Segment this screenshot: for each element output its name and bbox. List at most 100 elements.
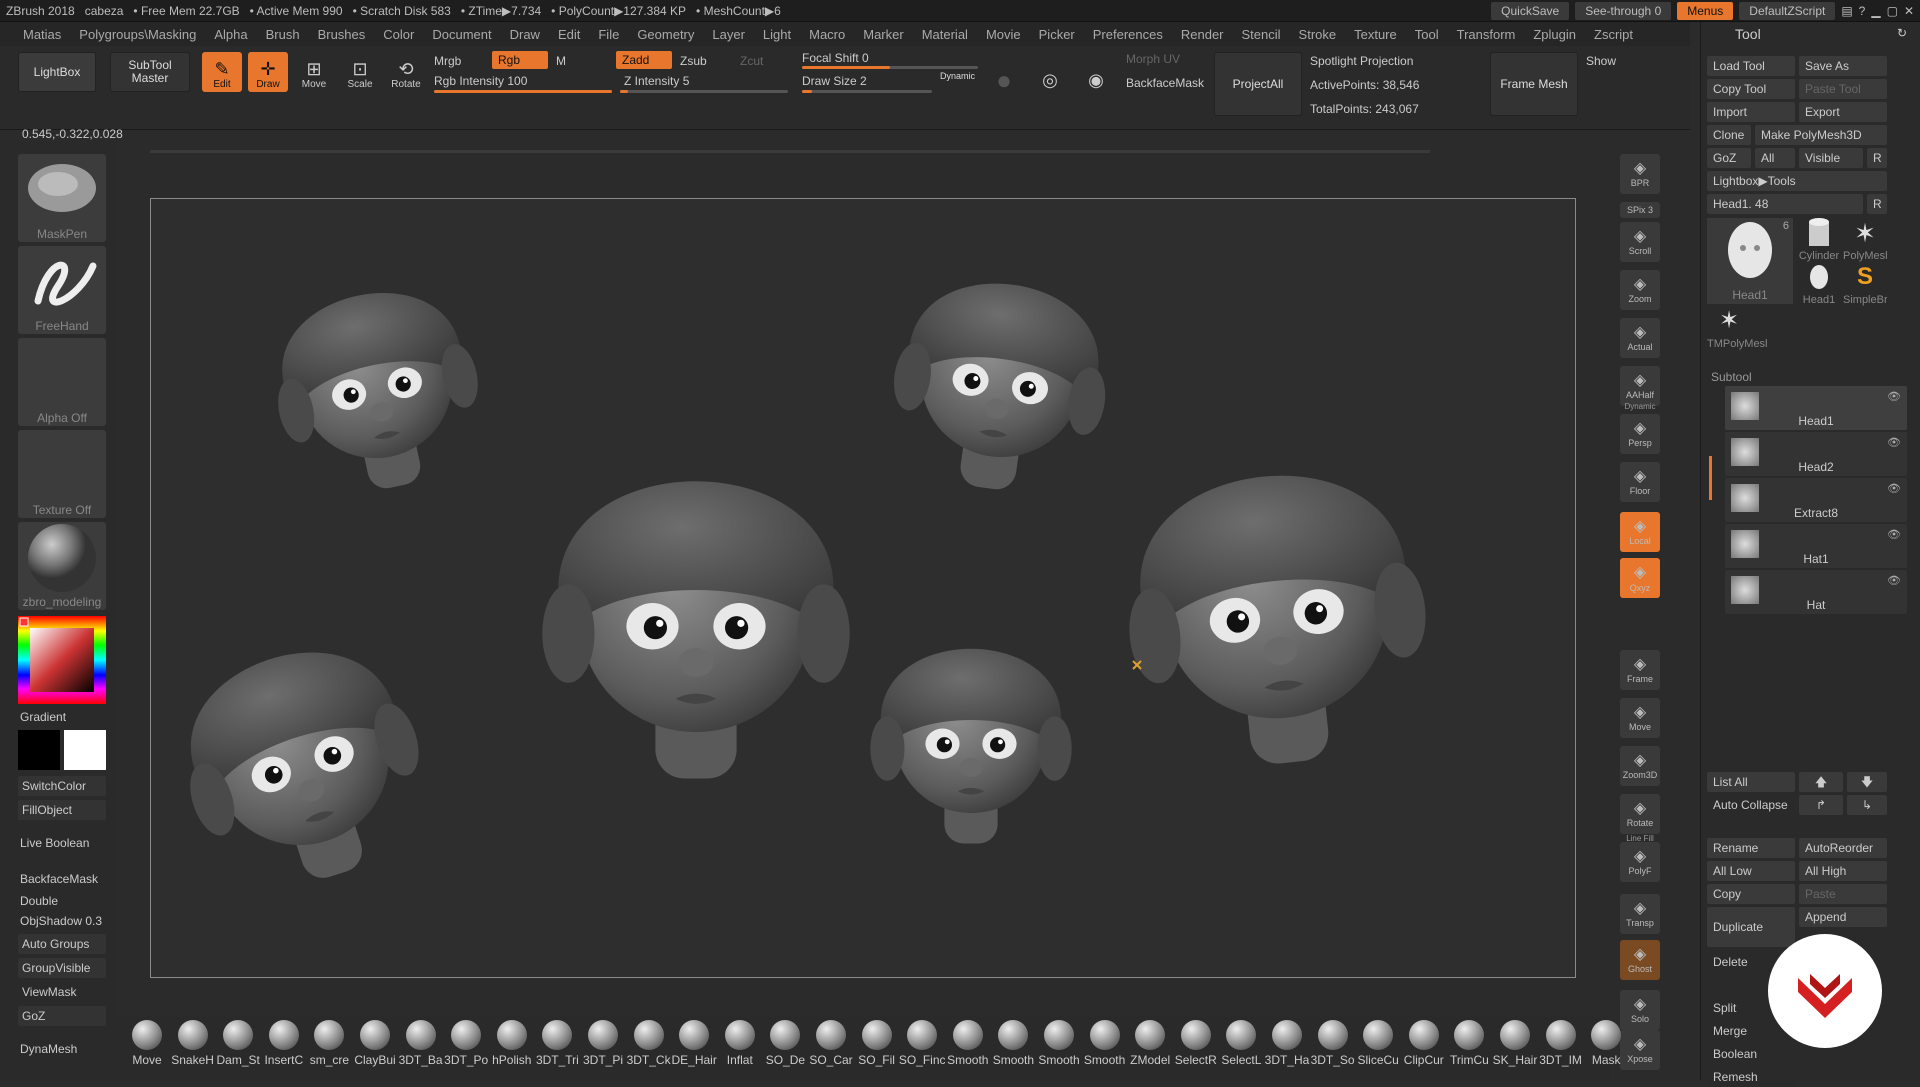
menu-stroke[interactable]: Stroke: [1290, 27, 1346, 42]
maskpen-brush[interactable]: MaskPen: [18, 154, 106, 242]
copy-button[interactable]: Copy: [1707, 884, 1795, 904]
subtool-visibility-icon[interactable]: 👁: [1887, 390, 1901, 403]
dynamic-button[interactable]: Dynamic: [940, 71, 975, 81]
help-icon[interactable]: ?: [1859, 4, 1866, 18]
brush-so-car[interactable]: SO_Car: [808, 1016, 854, 1080]
move-down-button[interactable]: 🡇: [1847, 772, 1887, 792]
subtool-row[interactable]: 👁 Hat1: [1725, 524, 1907, 568]
panel-refresh-icon[interactable]: ↻: [1897, 26, 1907, 40]
nav-zoom-button[interactable]: ◈ Zoom: [1620, 270, 1660, 310]
objshadow-slider[interactable]: ObjShadow 0.3: [20, 914, 102, 928]
groupvisible-button[interactable]: GroupVisible: [18, 958, 106, 978]
goz-left-button[interactable]: GoZ: [18, 1006, 106, 1026]
clone-button[interactable]: Clone: [1707, 125, 1751, 145]
move-button[interactable]: ⊞ Move: [294, 52, 334, 92]
menu-geometry[interactable]: Geometry: [628, 27, 703, 42]
edit-button[interactable]: ✎ Edit: [202, 52, 242, 92]
color-picker[interactable]: [18, 616, 106, 704]
paste-tool-button[interactable]: Paste Tool: [1799, 79, 1887, 99]
mrgb-button[interactable]: Mrgb: [434, 54, 461, 68]
brush-3dt-po[interactable]: 3DT_Po: [443, 1016, 489, 1080]
viewmask-button[interactable]: ViewMask: [18, 982, 106, 1002]
subtool-master-button[interactable]: SubTool Master: [110, 52, 190, 92]
main-color-swatch[interactable]: [64, 730, 106, 770]
zcut-button[interactable]: Zcut: [740, 54, 763, 68]
menu-layer[interactable]: Layer: [703, 27, 754, 42]
brush-3dt-so[interactable]: 3DT_So: [1310, 1016, 1356, 1080]
brush-slicecu[interactable]: SliceCu: [1355, 1016, 1401, 1080]
arrow-up-right-button[interactable]: ↱: [1799, 795, 1843, 815]
fillobject-button[interactable]: FillObject: [18, 800, 106, 820]
brush-sm-cre[interactable]: sm_cre: [306, 1016, 352, 1080]
menu-zplugin[interactable]: Zplugin: [1524, 27, 1585, 42]
move-up-button[interactable]: 🡅: [1799, 772, 1843, 792]
subtool-visibility-icon[interactable]: 👁: [1887, 482, 1901, 495]
menu-document[interactable]: Document: [423, 27, 500, 42]
nav-actual-button[interactable]: ◈ Actual: [1620, 318, 1660, 358]
brush-3dt-ha[interactable]: 3DT_Ha: [1264, 1016, 1310, 1080]
tool-thumb-tmpolymesh[interactable]: ✶ TMPolyMesh: [1707, 306, 1767, 350]
brush-smooth[interactable]: Smooth: [945, 1016, 991, 1080]
subtool-row[interactable]: 👁 Extract8: [1725, 478, 1907, 522]
menu-preferences[interactable]: Preferences: [1084, 27, 1172, 42]
goz-button[interactable]: GoZ: [1707, 148, 1751, 168]
menu-edit[interactable]: Edit: [549, 27, 589, 42]
menu-light[interactable]: Light: [754, 27, 800, 42]
save-as-button[interactable]: Save As: [1799, 56, 1887, 76]
brush-zmodel[interactable]: ZModel: [1127, 1016, 1173, 1080]
menu-render[interactable]: Render: [1172, 27, 1233, 42]
material-selector[interactable]: zbro_modeling: [18, 522, 106, 610]
make-polymesh-button[interactable]: Make PolyMesh3D: [1755, 125, 1887, 145]
nav-bpr-button[interactable]: ◈ BPR: [1620, 154, 1660, 194]
nav-rotate-button[interactable]: ◈ Rotate: [1620, 794, 1660, 834]
show-button[interactable]: Show: [1586, 54, 1616, 68]
menu-stencil[interactable]: Stencil: [1233, 27, 1290, 42]
goz-visible-button[interactable]: Visible: [1799, 148, 1863, 168]
brush-snakeh[interactable]: SnakeH: [170, 1016, 216, 1080]
subtool-scroll-indicator[interactable]: [1709, 456, 1712, 500]
brush-inflat[interactable]: Inflat: [717, 1016, 763, 1080]
nav-local-button[interactable]: ◈ Local: [1620, 512, 1660, 552]
target-button[interactable]: ◉: [1076, 52, 1116, 92]
subtool-row[interactable]: 👁 Hat: [1725, 570, 1907, 614]
menu-marker[interactable]: Marker: [854, 27, 912, 42]
brush-de-hair[interactable]: DE_Hair: [671, 1016, 717, 1080]
menu-tool[interactable]: Tool: [1406, 27, 1448, 42]
tool-thumb-cylinder[interactable]: Cylinder: [1797, 218, 1841, 262]
maximize-icon[interactable]: ▢: [1887, 4, 1898, 18]
nav-scroll-button[interactable]: ◈ Scroll: [1620, 222, 1660, 262]
rename-button[interactable]: Rename: [1707, 838, 1795, 858]
quicksave-button[interactable]: QuickSave: [1491, 2, 1570, 20]
nav-frame-button[interactable]: ◈ Frame: [1620, 650, 1660, 690]
tool-thumb-simplebrush[interactable]: S SimpleBrush: [1843, 262, 1887, 306]
list-all-button[interactable]: List All: [1707, 772, 1795, 792]
menu-alpha[interactable]: Alpha: [205, 27, 256, 42]
draw-button[interactable]: ✛ Draw: [248, 52, 288, 92]
copy-tool-button[interactable]: Copy Tool: [1707, 79, 1795, 99]
nav-aahalf-button[interactable]: ◈ AAHalf: [1620, 366, 1660, 406]
live-boolean-button[interactable]: Live Boolean: [20, 836, 89, 850]
subtool-visibility-icon[interactable]: 👁: [1887, 528, 1901, 541]
auto-groups-button[interactable]: Auto Groups: [18, 934, 106, 954]
menu-material[interactable]: Material: [913, 27, 977, 42]
subtool-row[interactable]: 👁 Head2: [1725, 432, 1907, 476]
subtool-visibility-icon[interactable]: 👁: [1887, 436, 1901, 449]
texture-selector[interactable]: Texture Off: [18, 430, 106, 518]
lightbox-button[interactable]: LightBox: [18, 52, 96, 92]
gradient-toggle[interactable]: Gradient: [20, 710, 66, 724]
menu-matias[interactable]: Matias: [14, 27, 70, 42]
spotlight-projection-button[interactable]: Spotlight Projection: [1310, 54, 1413, 68]
brush-3dt-pi[interactable]: 3DT_Pi: [580, 1016, 626, 1080]
brush-sk-hair[interactable]: SK_Hair: [1492, 1016, 1538, 1080]
brush-selectl[interactable]: SelectL: [1218, 1016, 1264, 1080]
rgb-intensity-slider[interactable]: [434, 90, 612, 93]
morph-uv-button[interactable]: Morph UV: [1126, 52, 1180, 66]
freehand-stroke[interactable]: FreeHand: [18, 246, 106, 334]
brush-claybui[interactable]: ClayBui: [352, 1016, 398, 1080]
menu-macro[interactable]: Macro: [800, 27, 854, 42]
tool-r-button[interactable]: R: [1867, 194, 1887, 214]
brush-so-fil[interactable]: SO_Fil: [854, 1016, 900, 1080]
menu-polygroups-masking[interactable]: Polygroups\Masking: [70, 27, 205, 42]
append-button[interactable]: Append: [1799, 907, 1887, 927]
brush-clipcur[interactable]: ClipCur: [1401, 1016, 1447, 1080]
